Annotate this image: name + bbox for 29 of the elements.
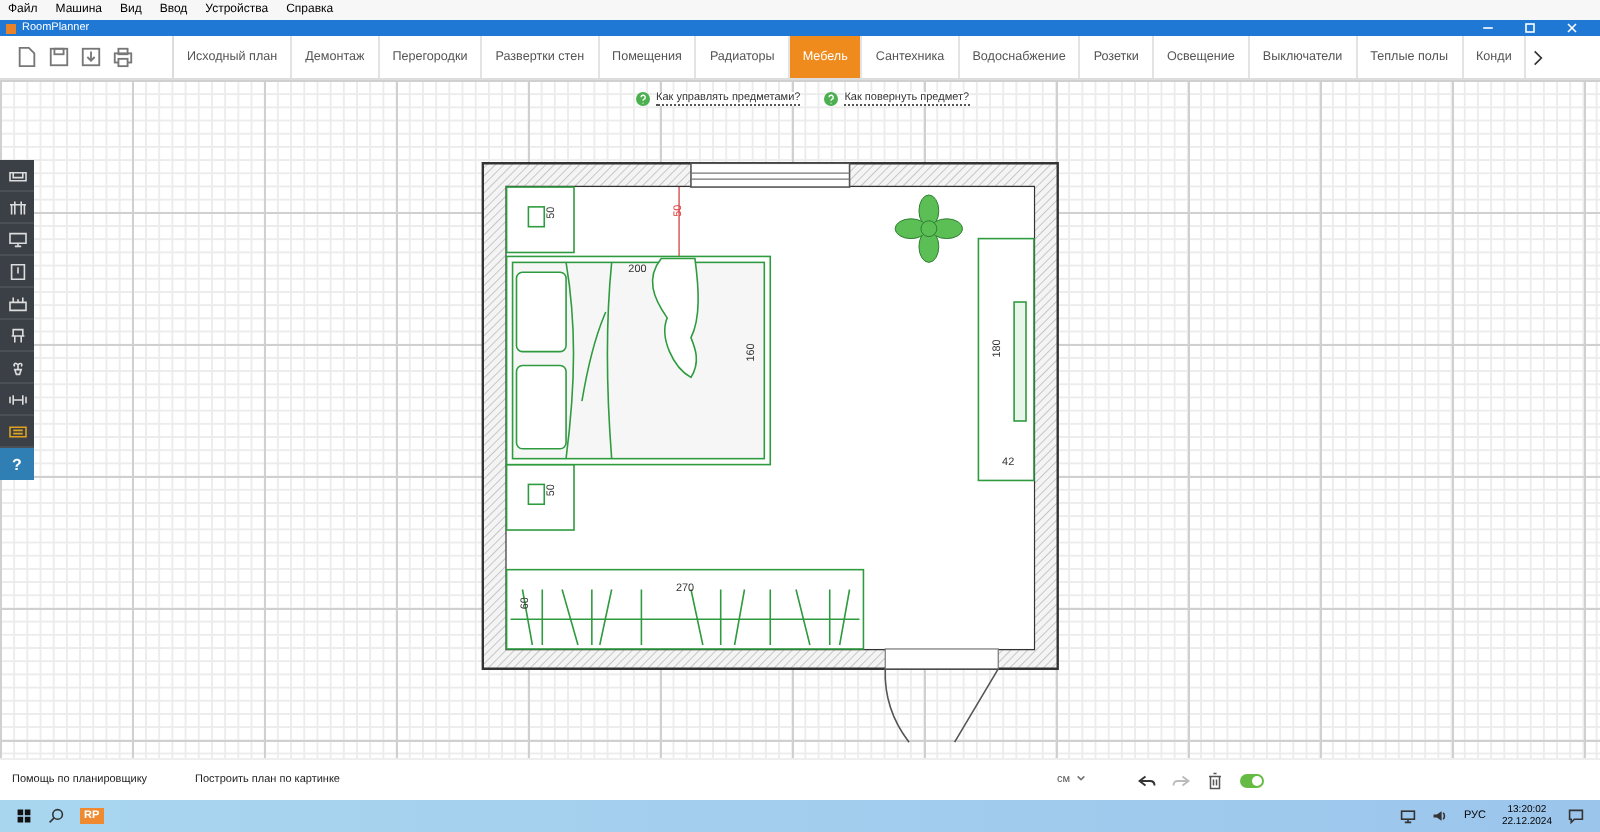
app-icon — [6, 23, 16, 33]
nightstand[interactable] — [505, 463, 575, 531]
start-icon[interactable] — [16, 808, 32, 824]
save-icon[interactable] — [48, 46, 70, 68]
caret-icon — [1076, 774, 1086, 782]
door[interactable] — [884, 648, 1000, 743]
wardrobe-drawing[interactable] — [505, 568, 865, 650]
snap-toggle[interactable] — [1240, 773, 1264, 787]
chevron-right-icon[interactable] — [1530, 47, 1547, 67]
close-icon[interactable] — [1564, 20, 1580, 36]
help-button[interactable]: ? — [0, 448, 34, 480]
search-icon[interactable] — [48, 808, 64, 824]
speaker-icon[interactable] — [1431, 808, 1448, 824]
notification-icon[interactable] — [1568, 808, 1584, 824]
window[interactable] — [690, 162, 851, 188]
network-icon[interactable] — [1399, 808, 1416, 824]
delete-icon[interactable] — [1206, 771, 1224, 789]
undo-icon[interactable] — [1138, 771, 1156, 789]
nightstand[interactable] — [505, 186, 575, 254]
dimension-line — [678, 186, 680, 258]
print-icon[interactable] — [112, 46, 134, 68]
tv-stand[interactable] — [977, 237, 1035, 482]
maximize-icon[interactable] — [1522, 20, 1538, 36]
bed-drawing[interactable] — [505, 255, 772, 466]
import-icon[interactable] — [80, 46, 102, 68]
new-file-icon[interactable] — [16, 46, 38, 68]
plant-icon[interactable] — [894, 194, 964, 263]
help-icon — [636, 92, 650, 106]
help-icon — [824, 92, 839, 106]
